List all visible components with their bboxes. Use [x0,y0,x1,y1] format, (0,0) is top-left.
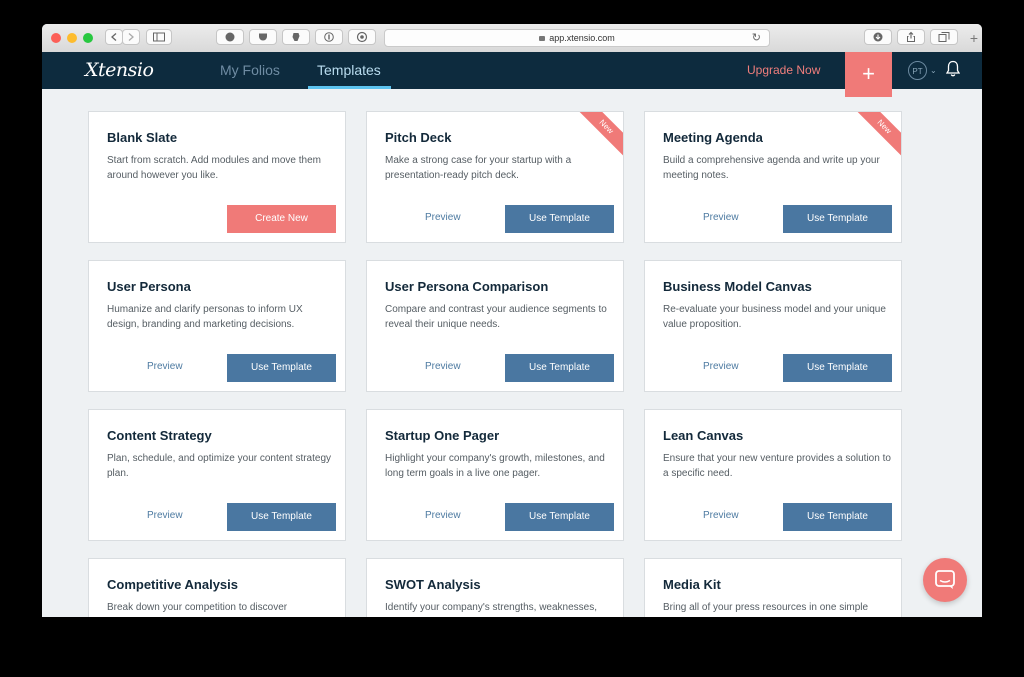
chevron-right-icon [128,33,134,41]
tabs-icon [938,32,950,42]
preview-link[interactable]: Preview [703,510,739,521]
card-description: Identify your company's strengths, weakn… [385,602,598,613]
preview-link[interactable]: Preview [147,361,183,372]
card-description: Start from scratch. Add modules and move… [107,155,321,181]
new-tab-button[interactable]: + [966,30,982,46]
template-card-competitive-analysis: Competitive Analysis Break down your com… [88,558,346,617]
password-icon [324,32,334,42]
card-title: Content Strategy [107,428,212,443]
downloads-button[interactable] [864,29,892,45]
card-description: Humanize and clarify personas to inform … [107,304,303,330]
template-card-media-kit: Media Kit Bring all of your press resour… [644,558,902,617]
password-manager-button[interactable] [315,29,343,45]
bell-icon[interactable] [946,60,960,77]
preview-link[interactable]: Preview [425,510,461,521]
use-template-button[interactable]: Use Template [227,503,336,531]
template-card-lean-canvas: Lean Canvas Ensure that your new venture… [644,409,902,541]
template-card-content-strategy: Content Strategy Plan, schedule, and opt… [88,409,346,541]
app-navbar: Xtensio My Folios Templates Upgrade Now [42,52,982,89]
create-new-button[interactable]: Create New [227,205,336,233]
use-template-button[interactable]: Use Template [505,503,614,531]
address-bar[interactable]: app.xtensio.com ↻ [384,29,770,47]
tabs-overview-button[interactable] [930,29,958,45]
card-description: Plan, schedule, and optimize your conten… [107,453,332,479]
chevron-left-icon [111,33,117,41]
card-title: Startup One Pager [385,428,500,443]
extension-button-2[interactable] [348,29,376,45]
zoom-window-button[interactable] [83,33,93,43]
chat-icon [935,570,955,589]
minimize-window-button[interactable] [67,33,77,43]
nav-my-folios[interactable]: My Folios [220,62,280,78]
template-card-meeting-agenda: New Meeting Agenda Build a comprehensive… [644,111,902,243]
template-card-user-persona: User Persona Humanize and clarify person… [88,260,346,392]
share-icon [907,31,915,42]
xtensio-logo[interactable]: Xtensio [85,59,154,81]
template-card-startup-one-pager: Startup One Pager Highlight your company… [366,409,624,541]
user-avatar[interactable]: PT [908,61,927,80]
card-description: Compare and contrast your audience segme… [385,304,607,330]
template-card-business-model-canvas: Business Model Canvas Re-evaluate your b… [644,260,902,392]
forward-button[interactable] [122,29,140,45]
card-description: Build a comprehensive agenda and write u… [663,155,880,181]
card-description: Highlight your company's growth, milesto… [385,453,605,479]
card-description: Make a strong case for your startup with… [385,155,572,181]
card-description: Bring all of your press resources in one… [663,602,869,613]
use-template-button[interactable]: Use Template [227,354,336,382]
url-text: app.xtensio.com [549,33,615,43]
use-template-button[interactable]: Use Template [783,503,892,531]
evernote-icon [292,33,300,41]
templates-grid: Blank Slate Start from scratch. Add modu… [42,89,982,617]
preview-link[interactable]: Preview [703,212,739,223]
new-badge: New [575,112,623,158]
share-button[interactable] [897,29,925,45]
card-description: Break down your competition to discover [107,602,288,613]
browser-window: app.xtensio.com ↻ + Xtensio My Folios Te… [42,24,982,617]
chat-launcher-button[interactable] [923,558,967,602]
card-description: Ensure that your new venture provides a … [663,453,891,479]
preview-link[interactable]: Preview [703,361,739,372]
preview-link[interactable]: Preview [425,361,461,372]
template-card-swot-analysis: SWOT Analysis Identify your company's st… [366,558,624,617]
refresh-circle-icon [356,31,368,43]
card-title: User Persona [107,279,191,294]
card-title: User Persona Comparison [385,279,549,294]
card-title: Lean Canvas [663,428,744,443]
pocket-icon [259,33,267,41]
card-title: Business Model Canvas [663,279,812,294]
template-card-blank-slate: Blank Slate Start from scratch. Add modu… [88,111,346,243]
extension-button-1[interactable] [216,29,244,45]
card-title: Competitive Analysis [107,577,239,592]
preview-link[interactable]: Preview [425,212,461,223]
template-card-user-persona-comparison: User Persona Comparison Compare and cont… [366,260,624,392]
close-window-button[interactable] [51,33,61,43]
card-title: Media Kit [663,577,721,592]
sidebar-toggle-button[interactable] [146,29,172,45]
preview-link[interactable]: Preview [147,510,183,521]
use-template-button[interactable]: Use Template [505,354,614,382]
chevron-down-icon[interactable]: ⌄ [930,61,937,80]
use-template-button[interactable]: Use Template [505,205,614,233]
shield-icon [225,32,235,42]
use-template-button[interactable]: Use Template [783,205,892,233]
evernote-button[interactable] [282,29,310,45]
card-title: Blank Slate [107,130,178,145]
nav-templates[interactable]: Templates [317,62,381,78]
card-title: Meeting Agenda [663,130,763,145]
card-title: SWOT Analysis [385,577,481,592]
card-description: Re-evaluate your business model and your… [663,304,886,330]
sidebar-icon [153,32,165,42]
card-title: Pitch Deck [385,130,452,145]
reload-icon[interactable]: ↻ [752,30,761,47]
back-button[interactable] [105,29,123,45]
lock-icon [539,36,546,41]
upgrade-now-link[interactable]: Upgrade Now [747,63,820,77]
pocket-button[interactable] [249,29,277,45]
template-card-pitch-deck: New Pitch Deck Make a strong case for yo… [366,111,624,243]
browser-toolbar: app.xtensio.com ↻ + [42,24,982,53]
download-icon [873,32,883,42]
new-badge: New [853,112,901,158]
use-template-button[interactable]: Use Template [783,354,892,382]
